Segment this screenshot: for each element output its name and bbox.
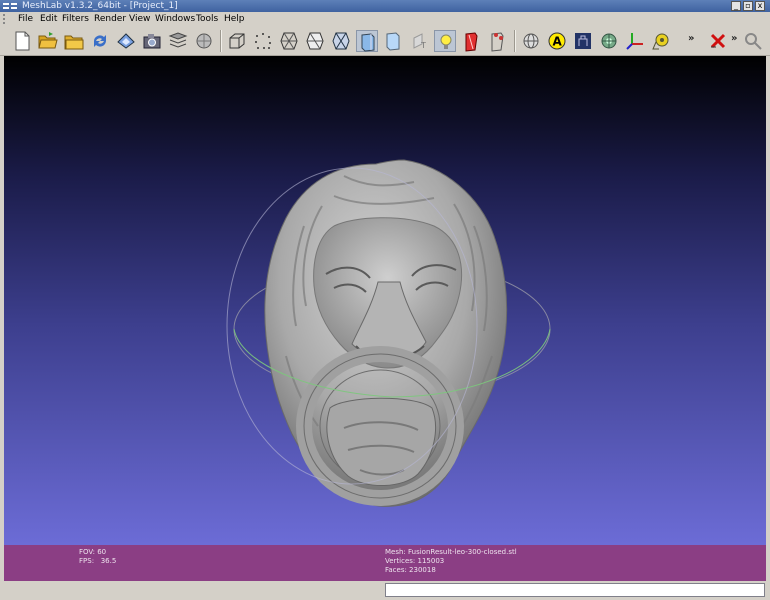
light-toggle-button[interactable] — [434, 30, 456, 52]
smooth-shading-icon — [386, 32, 400, 51]
flat-lines-icon — [332, 32, 350, 50]
smooth-render-button[interactable] — [382, 30, 404, 52]
export-mesh-button[interactable] — [115, 30, 137, 52]
menu-file[interactable]: File — [18, 13, 33, 25]
menu-windows[interactable]: Windows — [155, 13, 195, 25]
texture-icon: T — [413, 33, 426, 50]
double-light-icon — [465, 32, 478, 52]
minimize-button[interactable]: _ — [731, 1, 741, 11]
measuring-tape-icon — [652, 33, 669, 50]
title-bar: MeshLab v1.3.2_64bit - [Project_1] _ ▫ x — [0, 0, 770, 12]
record-button[interactable] — [193, 30, 215, 52]
points-icon — [255, 33, 271, 49]
menu-filters[interactable]: Filters — [62, 13, 89, 25]
status-progress-field — [385, 583, 765, 597]
toolbar-overflow-button-2[interactable]: » — [731, 33, 737, 44]
magnifier-icon — [745, 33, 762, 50]
double-side-light-button[interactable] — [460, 30, 482, 52]
wireframe-button[interactable] — [278, 30, 300, 52]
globe-icon — [523, 33, 539, 49]
window-menu-icon[interactable] — [3, 2, 17, 10]
wireframe-icon — [280, 32, 298, 50]
maximize-button[interactable]: ▫ — [743, 1, 753, 11]
menu-edit[interactable]: Edit — [40, 13, 57, 25]
fov-readout: FOV: 60 — [79, 548, 107, 556]
main-toolbar: T A » » — [0, 26, 770, 56]
toolbar-separator — [220, 30, 222, 52]
select-faces-icon — [575, 33, 591, 49]
save-mesh-icon — [117, 33, 135, 49]
status-bar — [0, 581, 770, 600]
toolbar-separator — [514, 30, 516, 52]
toolbar-overflow-button[interactable]: » — [688, 33, 694, 44]
axis-gizmo-icon — [626, 33, 643, 50]
camera-icon — [143, 34, 161, 49]
snapshot-button[interactable] — [141, 30, 163, 52]
backface-culling-button[interactable] — [486, 30, 508, 52]
flat-lines-button[interactable] — [330, 30, 352, 52]
cube-outline-icon — [229, 33, 245, 49]
manipulator-button[interactable] — [624, 30, 646, 52]
close-button[interactable]: x — [755, 1, 765, 11]
flat-shading-icon — [361, 33, 375, 52]
menu-grip-icon — [3, 14, 13, 24]
sphere-icon — [196, 33, 212, 49]
faces-readout: Faces: 230018 — [385, 566, 436, 574]
vertex-icon — [601, 33, 617, 49]
hidden-lines-button[interactable] — [304, 30, 326, 52]
3d-viewport[interactable] — [4, 56, 766, 545]
points-render-button[interactable] — [252, 30, 274, 52]
new-project-button[interactable] — [11, 30, 33, 52]
bounding-box-button[interactable] — [226, 30, 248, 52]
reload-icon — [94, 35, 106, 47]
fps-readout: FPS: 36.5 — [79, 557, 117, 565]
open-project-button[interactable] — [37, 30, 59, 52]
menu-help[interactable]: Help — [224, 13, 245, 25]
folder-icon — [64, 35, 84, 50]
info-a-icon: A — [548, 32, 566, 50]
show-axis-button[interactable] — [520, 30, 542, 52]
light-bulb-icon — [440, 34, 452, 49]
menu-tools[interactable]: Tools — [196, 13, 218, 25]
menu-render[interactable]: Render — [94, 13, 126, 25]
new-document-icon — [15, 31, 30, 51]
folder-open-icon — [38, 32, 58, 49]
show-layer-info-button[interactable]: A — [546, 30, 568, 52]
menu-bar: File Edit Filters Render View Windows To… — [0, 12, 770, 26]
selection-button[interactable] — [572, 30, 594, 52]
svg-text:T: T — [420, 41, 426, 50]
texture-button[interactable]: T — [408, 30, 430, 52]
flat-render-button[interactable] — [356, 30, 378, 52]
vertices-readout: Vertices: 115003 — [385, 557, 445, 565]
measure-tool-button[interactable] — [650, 30, 672, 52]
delete-layer-button[interactable] — [707, 30, 729, 52]
culling-icon — [491, 32, 504, 52]
svg-text:A: A — [553, 35, 563, 49]
delete-x-icon — [710, 33, 726, 49]
import-mesh-button[interactable] — [63, 30, 85, 52]
layers-icon — [168, 32, 188, 48]
hidden-lines-icon — [306, 32, 324, 50]
mesh-render[interactable] — [4, 56, 766, 545]
menu-view[interactable]: View — [129, 13, 150, 25]
zoom-button[interactable] — [742, 30, 764, 52]
layer-stack-button[interactable] — [167, 30, 189, 52]
info-overlay: FOV: 60 FPS: 36.5 Mesh: FusionResult-leo… — [4, 545, 766, 581]
mesh-name-readout: Mesh: FusionResult-leo-300-closed.stl — [385, 548, 517, 556]
reload-button[interactable] — [89, 30, 111, 52]
window-title: MeshLab v1.3.2_64bit - [Project_1] — [22, 1, 178, 11]
vertex-select-button[interactable] — [598, 30, 620, 52]
